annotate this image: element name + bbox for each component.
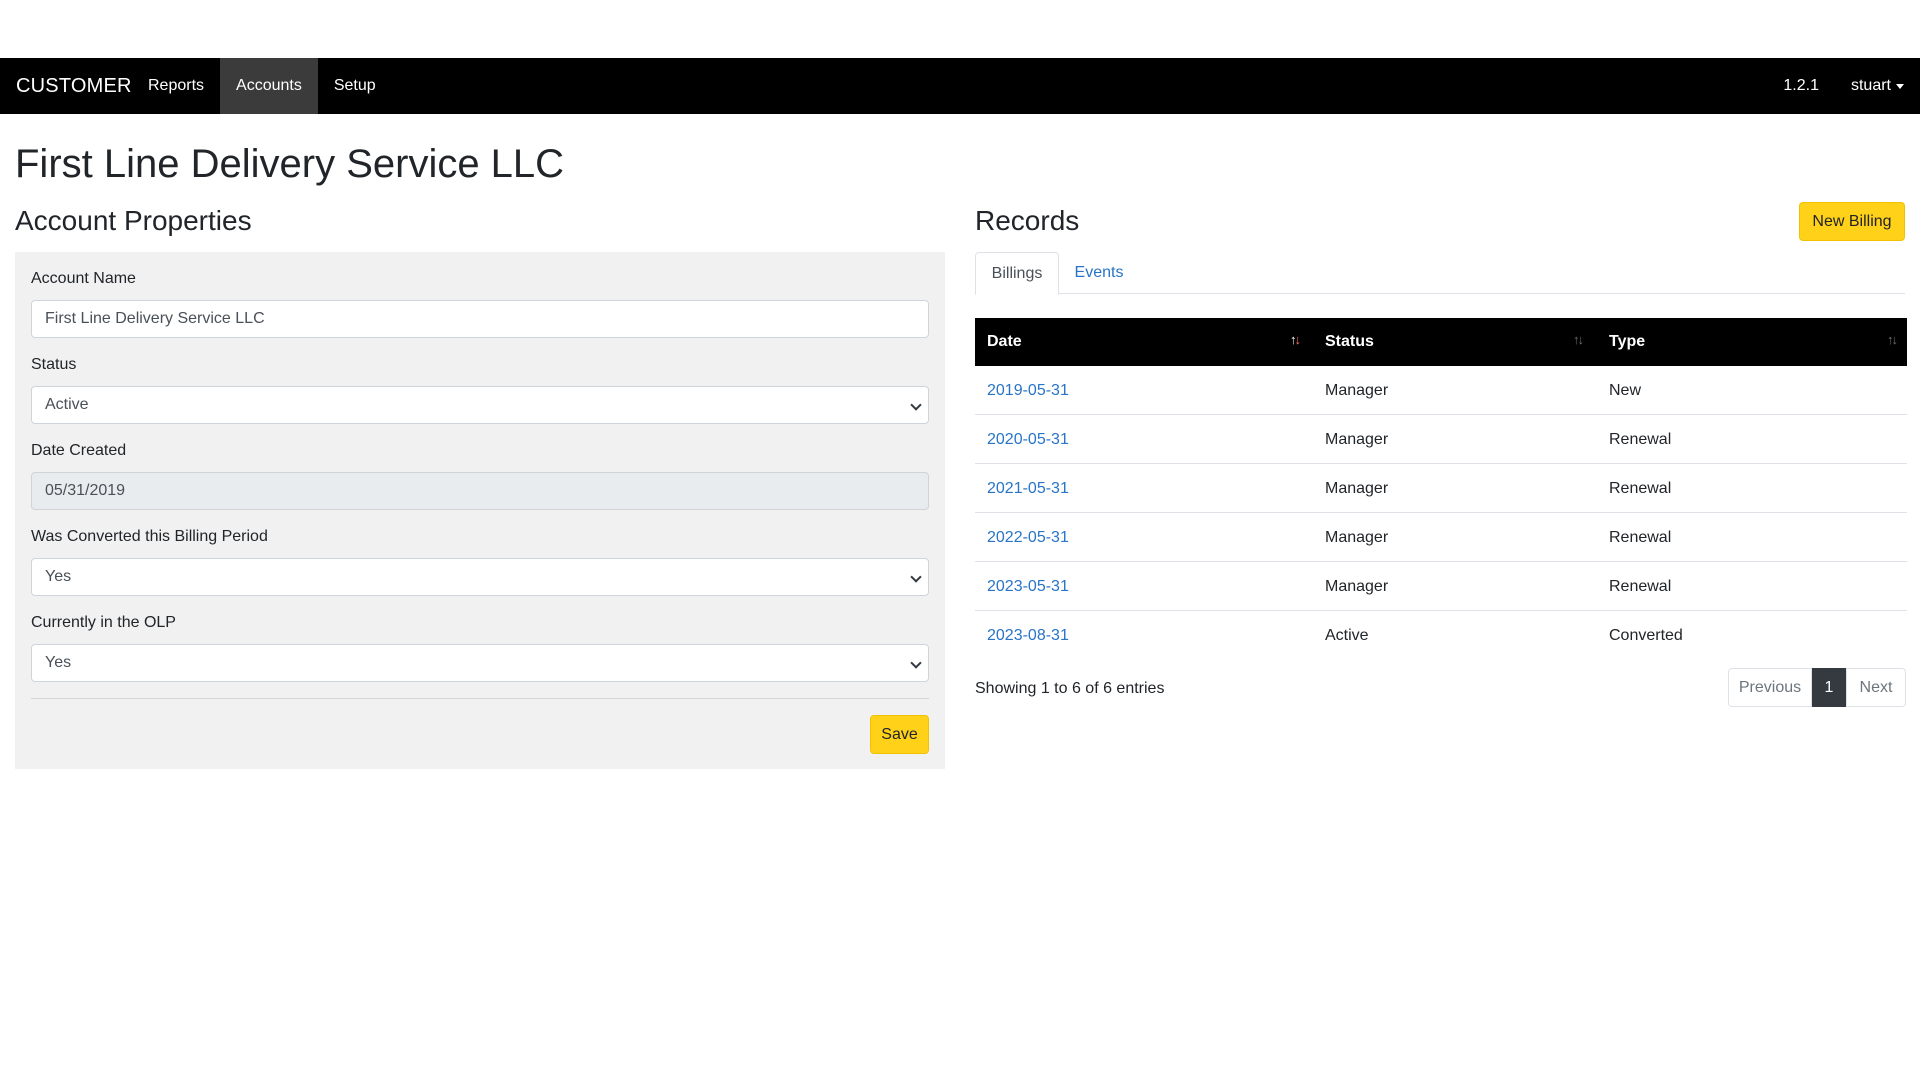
row-date-link[interactable]: 2022-05-31	[987, 513, 1069, 562]
top-navbar: CUSTOMER Reports Accounts Setup 1.2.1 st…	[0, 58, 1920, 114]
table-row: 2021-05-31 Manager Renewal	[975, 464, 1907, 513]
sort-icon[interactable]: ↑↓	[1290, 332, 1301, 347]
pagination-next[interactable]: Next	[1846, 668, 1906, 707]
account-name-label: Account Name	[31, 270, 136, 287]
brand-logo[interactable]: CUSTOMER	[0, 58, 132, 114]
nav-item-reports[interactable]: Reports	[132, 58, 220, 114]
row-status: Manager	[1325, 479, 1389, 497]
billings-table: Date ↑↓ Status ↑↓ Type ↑↓ 2019-05-31 Man…	[975, 318, 1907, 660]
row-date-link[interactable]: 2023-08-31	[987, 611, 1069, 660]
app-version: 1.2.1	[1783, 77, 1819, 94]
column-header-type[interactable]: Type	[1609, 318, 1645, 366]
row-type: Renewal	[1609, 528, 1672, 546]
pagination: Previous 1 Next	[1728, 668, 1906, 707]
row-date-link[interactable]: 2023-05-31	[987, 562, 1069, 611]
table-row: 2019-05-31 Manager New	[975, 366, 1907, 415]
row-date-link[interactable]: 2019-05-31	[987, 366, 1069, 415]
account-name-value: First Line Delivery Service LLC	[45, 310, 265, 327]
nav-item-accounts[interactable]: Accounts	[220, 58, 318, 114]
table-body: 2019-05-31 Manager New 2020-05-31 Manage…	[975, 366, 1907, 660]
date-created-value: 05/31/2019	[45, 482, 126, 499]
olp-select[interactable]: Yes	[31, 644, 929, 682]
user-menu[interactable]: stuart	[1835, 58, 1920, 114]
row-type: New	[1609, 381, 1642, 399]
caret-down-icon	[1896, 84, 1904, 89]
row-status: Active	[1325, 626, 1369, 644]
sort-icon[interactable]: ↑↓	[1887, 332, 1898, 347]
navbar-right: 1.2.1 stuart	[1767, 58, 1920, 114]
user-name: stuart	[1850, 77, 1891, 94]
account-properties-heading: Account Properties	[15, 205, 252, 236]
account-name-field[interactable]: First Line Delivery Service LLC	[31, 300, 929, 338]
tab-events[interactable]: Events	[1059, 252, 1139, 294]
nav-item-setup[interactable]: Setup	[318, 58, 392, 114]
save-button[interactable]: Save	[870, 715, 929, 754]
converted-label: Was Converted this Billing Period	[31, 528, 268, 545]
chevron-down-icon	[910, 657, 922, 669]
table-row: 2020-05-31 Manager Renewal	[975, 415, 1907, 464]
tab-billings[interactable]: Billings	[975, 252, 1059, 295]
chevron-down-icon	[910, 399, 922, 411]
account-properties-panel: Account Name First Line Delivery Service…	[15, 252, 945, 769]
table-row: 2022-05-31 Manager Renewal	[975, 513, 1907, 562]
row-type: Renewal	[1609, 479, 1672, 497]
table-row: 2023-05-31 Manager Renewal	[975, 562, 1907, 611]
row-status: Manager	[1325, 577, 1389, 595]
table-info: Showing 1 to 6 of 6 entries	[975, 680, 1165, 697]
page-title: First Line Delivery Service LLC	[15, 142, 565, 186]
table-header: Date ↑↓ Status ↑↓ Type ↑↓	[975, 318, 1907, 366]
row-type: Converted	[1609, 626, 1683, 644]
row-date-link[interactable]: 2021-05-31	[987, 464, 1069, 513]
sort-icon[interactable]: ↑↓	[1573, 332, 1584, 347]
status-label: Status	[31, 356, 77, 373]
row-status: Manager	[1325, 430, 1389, 448]
new-billing-button[interactable]: New Billing	[1799, 202, 1905, 241]
pagination-page-1[interactable]: 1	[1812, 668, 1846, 707]
status-select-value: Active	[45, 396, 89, 413]
converted-select-value: Yes	[45, 568, 72, 585]
row-date-link[interactable]: 2020-05-31	[987, 415, 1069, 464]
chevron-down-icon	[910, 571, 922, 583]
records-tabs: Billings Events	[975, 252, 1905, 295]
table-row: 2023-08-31 Active Converted	[975, 611, 1907, 660]
olp-label: Currently in the OLP	[31, 614, 176, 631]
records-heading: Records	[975, 205, 1080, 236]
olp-select-value: Yes	[45, 654, 72, 671]
date-created-field: 05/31/2019	[31, 472, 929, 510]
row-status: Manager	[1325, 528, 1389, 546]
converted-select[interactable]: Yes	[31, 558, 929, 596]
row-type: Renewal	[1609, 430, 1672, 448]
row-status: Manager	[1325, 381, 1389, 399]
form-divider	[31, 698, 929, 699]
pagination-previous[interactable]: Previous	[1728, 668, 1812, 707]
date-created-label: Date Created	[31, 442, 127, 459]
status-select[interactable]: Active	[31, 386, 929, 424]
row-type: Renewal	[1609, 577, 1672, 595]
column-header-date[interactable]: Date	[987, 318, 1022, 366]
column-header-status[interactable]: Status	[1325, 318, 1374, 366]
